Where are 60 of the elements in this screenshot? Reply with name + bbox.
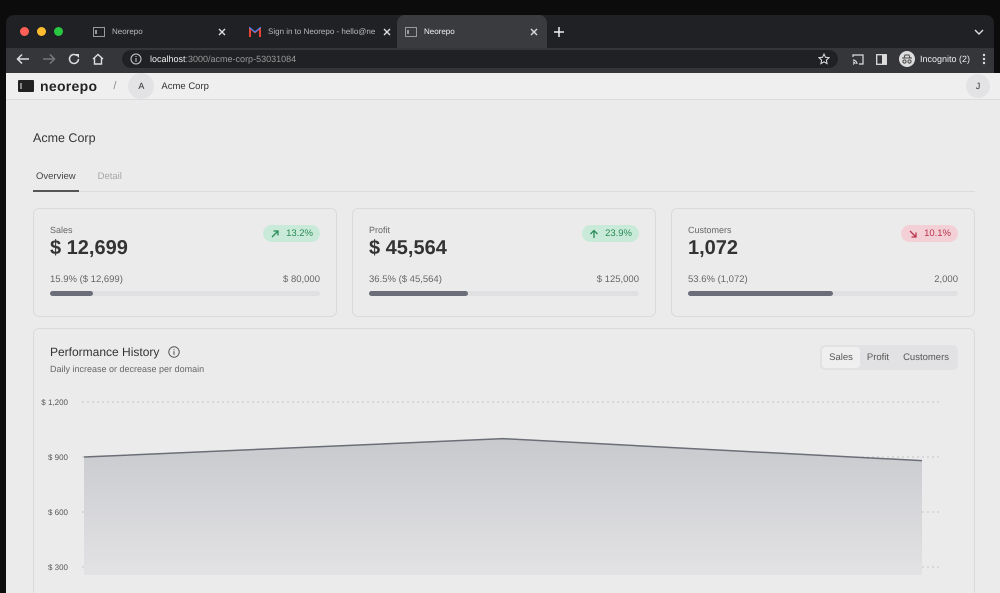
delta-badge: 23.9% — [582, 225, 639, 242]
y-tick-label: $ 300 — [48, 563, 68, 572]
kpi-value: 1,072 — [688, 237, 738, 260]
back-icon[interactable] — [16, 53, 30, 65]
info-icon — [130, 53, 142, 65]
cast-icon[interactable] — [852, 54, 864, 64]
chart-subtitle: Daily increase or decrease per domain — [50, 364, 204, 374]
forward-icon[interactable] — [42, 53, 56, 65]
kpi-label: Sales — [50, 225, 74, 235]
close-icon[interactable] — [529, 26, 539, 36]
segment-tab[interactable]: Customers — [896, 347, 956, 368]
progress-text: 36.5% ($ 45,564) — [369, 274, 442, 285]
breadcrumb-separator: / — [113, 80, 116, 92]
star-icon[interactable] — [818, 53, 830, 65]
browser-tab[interactable]: Neorepo — [85, 15, 235, 48]
kpi-label: Customers — [688, 225, 733, 235]
side-panel-icon[interactable] — [876, 54, 887, 64]
address-bar[interactable]: localhost:3000/acme-corp-53031084 — [122, 50, 838, 68]
user-avatar[interactable]: J — [966, 74, 990, 98]
logo-icon[interactable] — [18, 80, 34, 92]
delta-badge: 13.2% — [263, 225, 320, 242]
chevron-down-icon[interactable] — [974, 28, 984, 36]
progress-text: 53.6% (1,072) — [688, 274, 748, 285]
more-icon[interactable] — [982, 53, 986, 65]
kpi-label: Profit — [369, 225, 392, 235]
segment-tab[interactable]: Sales — [822, 347, 860, 368]
arrow-up-right-icon — [270, 228, 280, 238]
target-value: 2,000 — [934, 274, 958, 285]
page-tab[interactable]: Overview — [33, 171, 79, 192]
segment-tab[interactable]: Profit — [860, 347, 896, 368]
delta-badge: 10.1% — [901, 225, 958, 242]
kpi-value: $ 45,564 — [369, 237, 447, 260]
target-value: $ 125,000 — [596, 274, 639, 285]
y-tick-label: $ 1,200 — [41, 398, 68, 407]
close-icon[interactable] — [382, 26, 392, 36]
page-icon — [93, 26, 105, 36]
page-icon — [405, 26, 417, 36]
logo-text[interactable]: neorepo — [40, 78, 98, 94]
home-icon[interactable] — [92, 53, 104, 65]
org-avatar[interactable]: A — [128, 73, 154, 99]
info-icon[interactable] — [168, 346, 180, 358]
browser-tab[interactable]: Sign in to Neorepo - hello@ne — [241, 15, 391, 48]
arrow-up-icon — [589, 228, 600, 238]
arrow-down-right-icon — [908, 228, 918, 238]
incognito-icon — [898, 51, 915, 67]
y-tick-label: $ 900 — [48, 453, 68, 462]
mail-icon — [249, 26, 261, 36]
profile-button[interactable]: Incognito (2) — [898, 51, 970, 67]
y-tick-label: $ 600 — [48, 508, 68, 517]
browser-tab[interactable]: Neorepo — [397, 15, 547, 48]
chart-title: Performance History — [50, 345, 160, 359]
progress-text: 15.9% ($ 12,699) — [50, 274, 123, 285]
reload-icon[interactable] — [68, 53, 80, 65]
page-title: Acme Corp — [33, 131, 97, 145]
target-value: $ 80,000 — [283, 274, 320, 285]
plus-icon[interactable] — [553, 26, 565, 38]
kpi-value: $ 12,699 — [50, 237, 128, 260]
org-name[interactable]: Acme Corp — [161, 80, 209, 92]
url-text: localhost:3000/acme-corp-53031084 — [150, 54, 296, 64]
close-icon[interactable] — [217, 26, 227, 36]
